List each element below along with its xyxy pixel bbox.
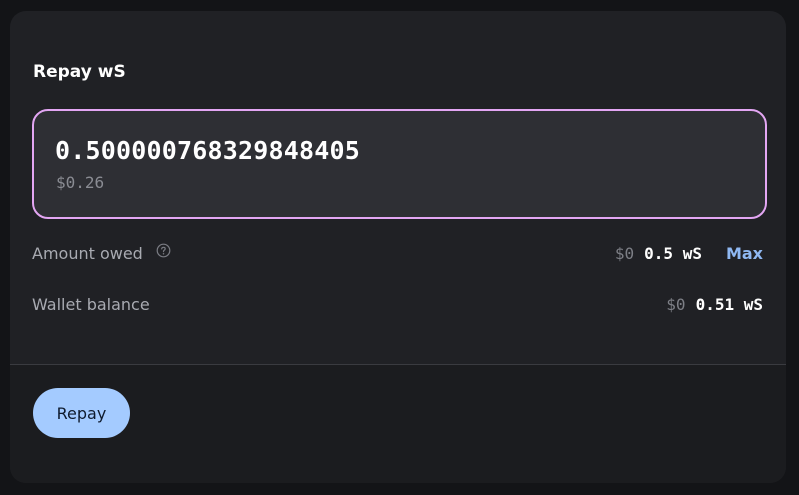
amount-owed-values: $0 0.5 wS Max [615, 242, 763, 266]
wallet-balance-values: $0 0.51 wS [666, 293, 763, 317]
amount-owed-label: Amount owed [32, 244, 143, 263]
amount-owed-row: Amount owed $0 0.5 wS Max [32, 242, 763, 266]
wallet-balance-amount: 0.51 wS [695, 295, 763, 314]
amount-owed-label-group: Amount owed [32, 242, 171, 266]
wallet-balance-label: Wallet balance [32, 295, 150, 314]
repay-button[interactable]: Repay [33, 388, 130, 438]
amount-owed-amount: 0.5 wS [644, 244, 702, 263]
help-icon[interactable] [156, 241, 171, 265]
max-button[interactable]: Max [726, 242, 763, 266]
wallet-balance-usd: $0 [666, 295, 686, 314]
repay-panel: Repay wS 0.500000768329848405 $0.26 Amou… [10, 11, 786, 483]
panel-footer: Repay [10, 365, 786, 483]
amount-usd-value: $0.26 [56, 173, 105, 192]
amount-input-box[interactable]: 0.500000768329848405 $0.26 [32, 109, 767, 219]
wallet-balance-row: Wallet balance $0 0.51 wS [32, 293, 763, 317]
amount-input[interactable]: 0.500000768329848405 [55, 134, 360, 168]
panel-title: Repay wS [33, 62, 126, 82]
amount-owed-usd: $0 [614, 244, 635, 263]
